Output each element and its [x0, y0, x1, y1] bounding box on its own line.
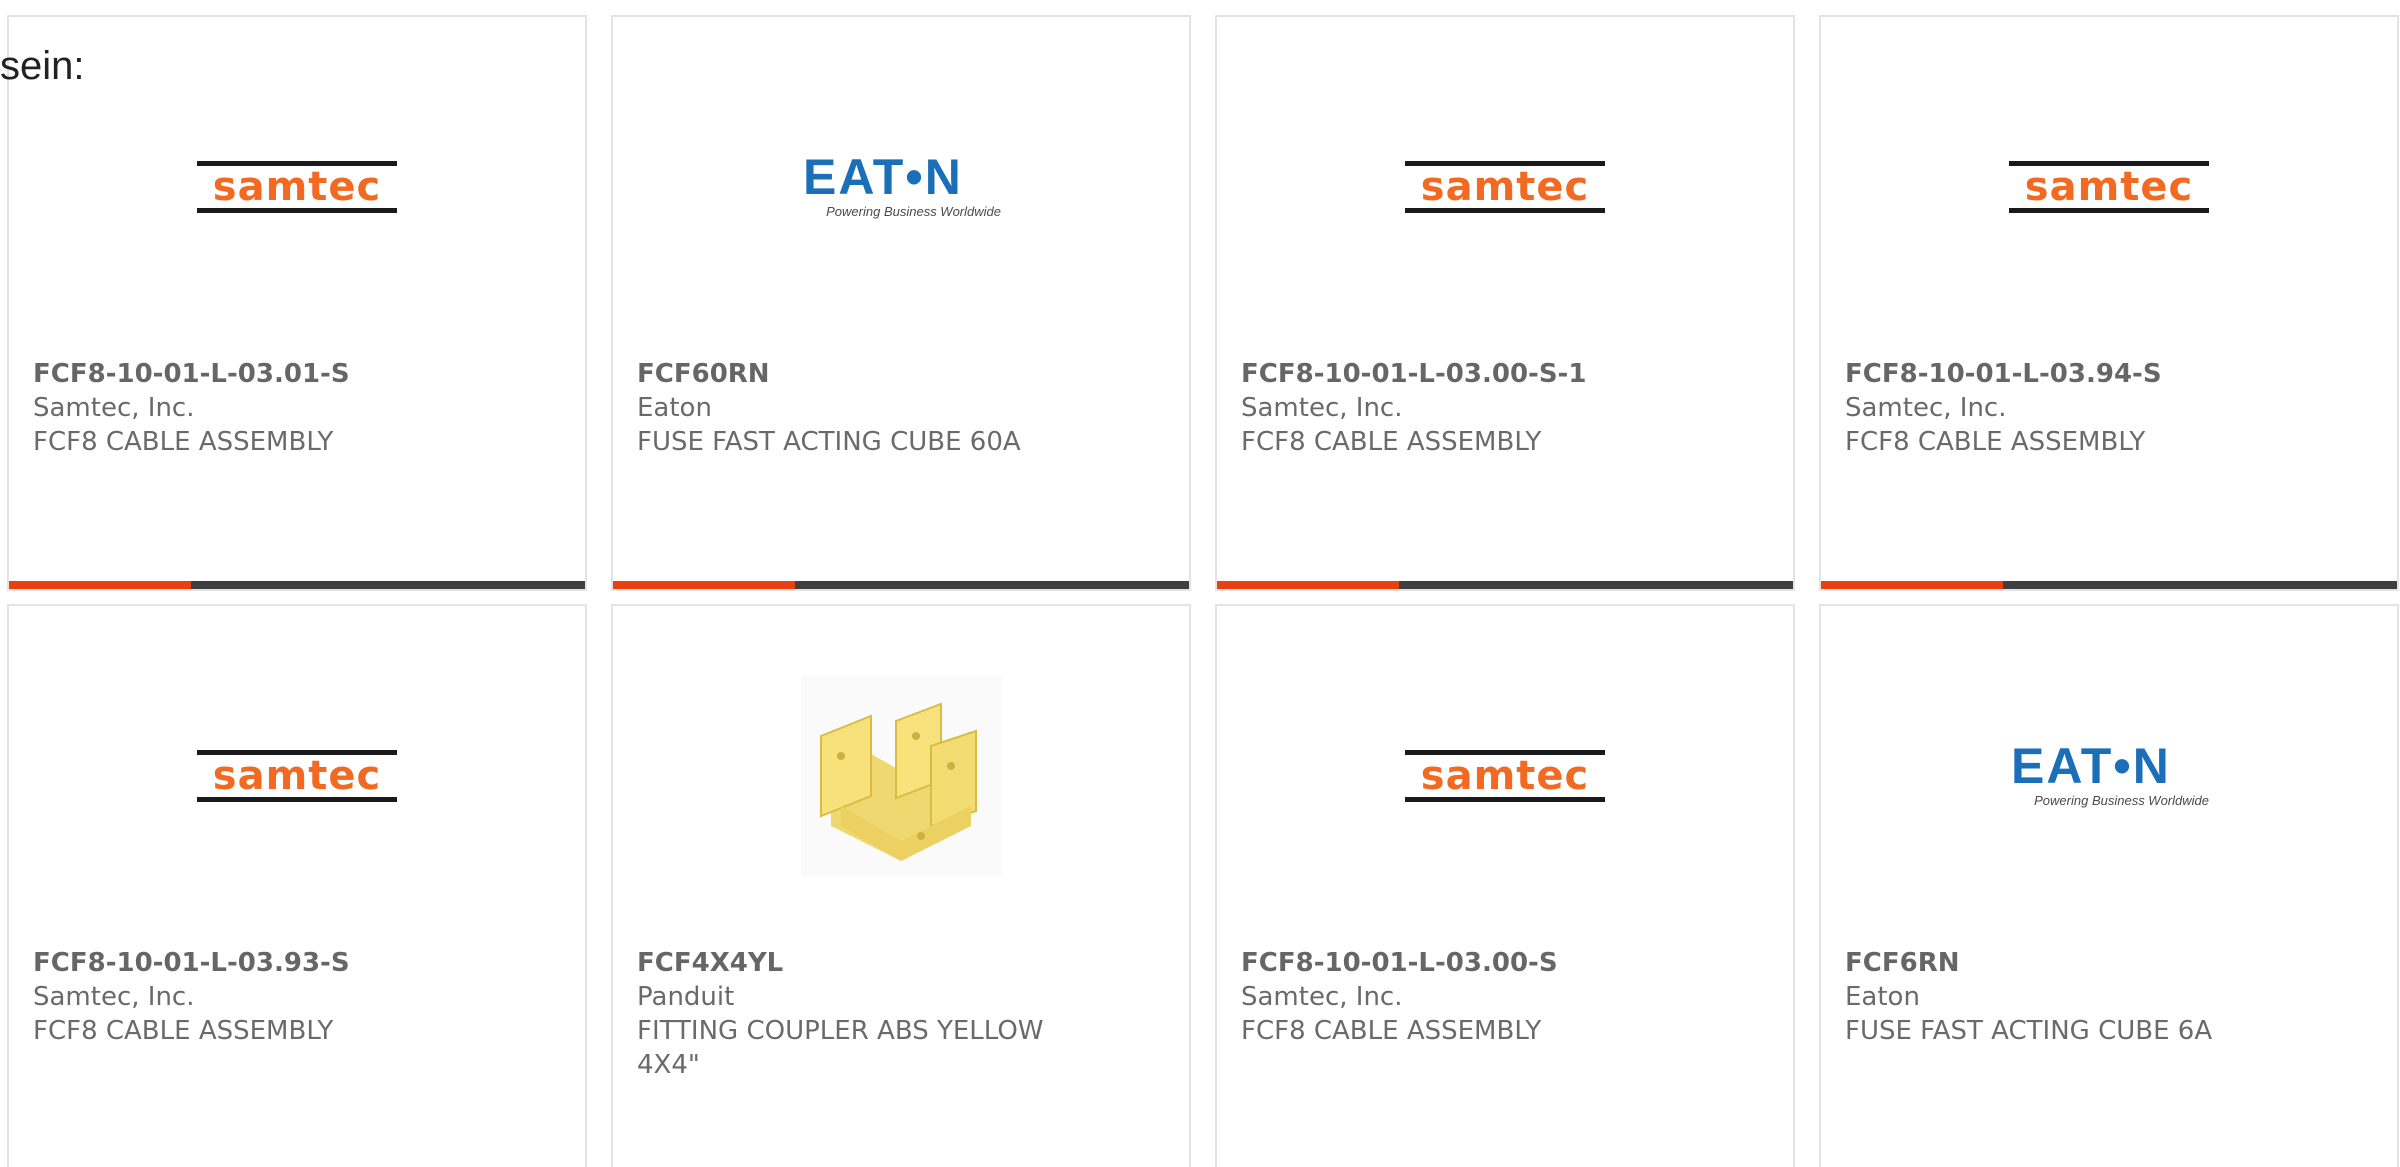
product-image[interactable]: samtec: [1821, 87, 2397, 317]
manufacturer-name: Samtec, Inc.: [1241, 393, 1403, 423]
product-image[interactable]: samtec: [9, 87, 585, 317]
product-image[interactable]: EAT•N Powering Business Worldwide: [1821, 676, 2397, 906]
product-card[interactable]: samtec FCF8-10-01-L-03.00-S Samtec, Inc.…: [1215, 604, 1795, 1167]
product-grid: sein: samtec FCF8-10-01-L-03.01-S Samtec…: [0, 0, 2400, 1167]
product-card[interactable]: EAT•N Powering Business Worldwide FCF60R…: [611, 15, 1191, 591]
part-number-link[interactable]: FCF8-10-01-L-03.00-S: [1241, 946, 1681, 980]
product-description: FUSE FAST ACTING CUBE 6A: [1845, 1016, 2213, 1046]
product-description: FCF8 CABLE ASSEMBLY: [33, 427, 334, 457]
coupler-image: [801, 676, 1001, 876]
card-accent-bar: [613, 581, 1189, 589]
product-description: FCF8 CABLE ASSEMBLY: [33, 1016, 334, 1046]
product-description: FCF8 CABLE ASSEMBLY: [1845, 427, 2146, 457]
card-accent-bar: [1821, 581, 2397, 589]
part-number-link[interactable]: FCF6RN: [1845, 946, 2285, 980]
manufacturer-name: Samtec, Inc.: [1241, 982, 1403, 1012]
samtec-logo: samtec: [197, 161, 397, 213]
manufacturer-name: Eaton: [1845, 982, 1920, 1012]
part-number-link[interactable]: FCF8-10-01-L-03.01-S: [33, 357, 473, 391]
part-number-link[interactable]: FCF8-10-01-L-03.00-S-1: [1241, 357, 1681, 391]
product-card[interactable]: FCF4X4YL Panduit FITTING COUPLER ABS YEL…: [611, 604, 1191, 1167]
product-card[interactable]: EAT•N Powering Business Worldwide FCF6RN…: [1819, 604, 2399, 1167]
product-description: FCF8 CABLE ASSEMBLY: [1241, 1016, 1542, 1046]
part-number-link[interactable]: FCF8-10-01-L-03.94-S: [1845, 357, 2285, 391]
product-card[interactable]: samtec FCF8-10-01-L-03.01-S Samtec, Inc.…: [7, 15, 587, 591]
product-image[interactable]: samtec: [1217, 676, 1793, 906]
eaton-logo: EAT•N Powering Business Worldwide: [803, 149, 1001, 219]
samtec-logo: samtec: [1405, 750, 1605, 802]
manufacturer-name: Samtec, Inc.: [33, 393, 195, 423]
intro-text: sein:: [0, 44, 85, 88]
card-accent-bar: [1217, 581, 1793, 589]
product-card[interactable]: samtec FCF8-10-01-L-03.00-S-1 Samtec, In…: [1215, 15, 1795, 591]
manufacturer-name: Eaton: [637, 393, 712, 423]
samtec-logo: samtec: [2009, 161, 2209, 213]
product-image[interactable]: EAT•N Powering Business Worldwide: [613, 87, 1189, 317]
product-description: FCF8 CABLE ASSEMBLY: [1241, 427, 1542, 457]
product-card[interactable]: samtec FCF8-10-01-L-03.94-S Samtec, Inc.…: [1819, 15, 2399, 591]
product-description: FITTING COUPLER ABS YELLOW 4X4": [637, 1016, 1044, 1080]
samtec-logo: samtec: [1405, 161, 1605, 213]
part-number-link[interactable]: FCF4X4YL: [637, 946, 1077, 980]
card-accent-bar: [9, 581, 585, 589]
manufacturer-name: Samtec, Inc.: [1845, 393, 2007, 423]
part-number-link[interactable]: FCF8-10-01-L-03.93-S: [33, 946, 473, 980]
manufacturer-name: Panduit: [637, 982, 735, 1012]
product-image[interactable]: samtec: [1217, 87, 1793, 317]
product-description: FUSE FAST ACTING CUBE 60A: [637, 427, 1021, 457]
samtec-logo: samtec: [197, 750, 397, 802]
product-image[interactable]: [613, 676, 1189, 906]
part-number-link[interactable]: FCF60RN: [637, 357, 1077, 391]
eaton-logo: EAT•N Powering Business Worldwide: [2011, 738, 2209, 808]
product-image[interactable]: samtec: [9, 676, 585, 906]
manufacturer-name: Samtec, Inc.: [33, 982, 195, 1012]
product-card[interactable]: samtec FCF8-10-01-L-03.93-S Samtec, Inc.…: [7, 604, 587, 1167]
